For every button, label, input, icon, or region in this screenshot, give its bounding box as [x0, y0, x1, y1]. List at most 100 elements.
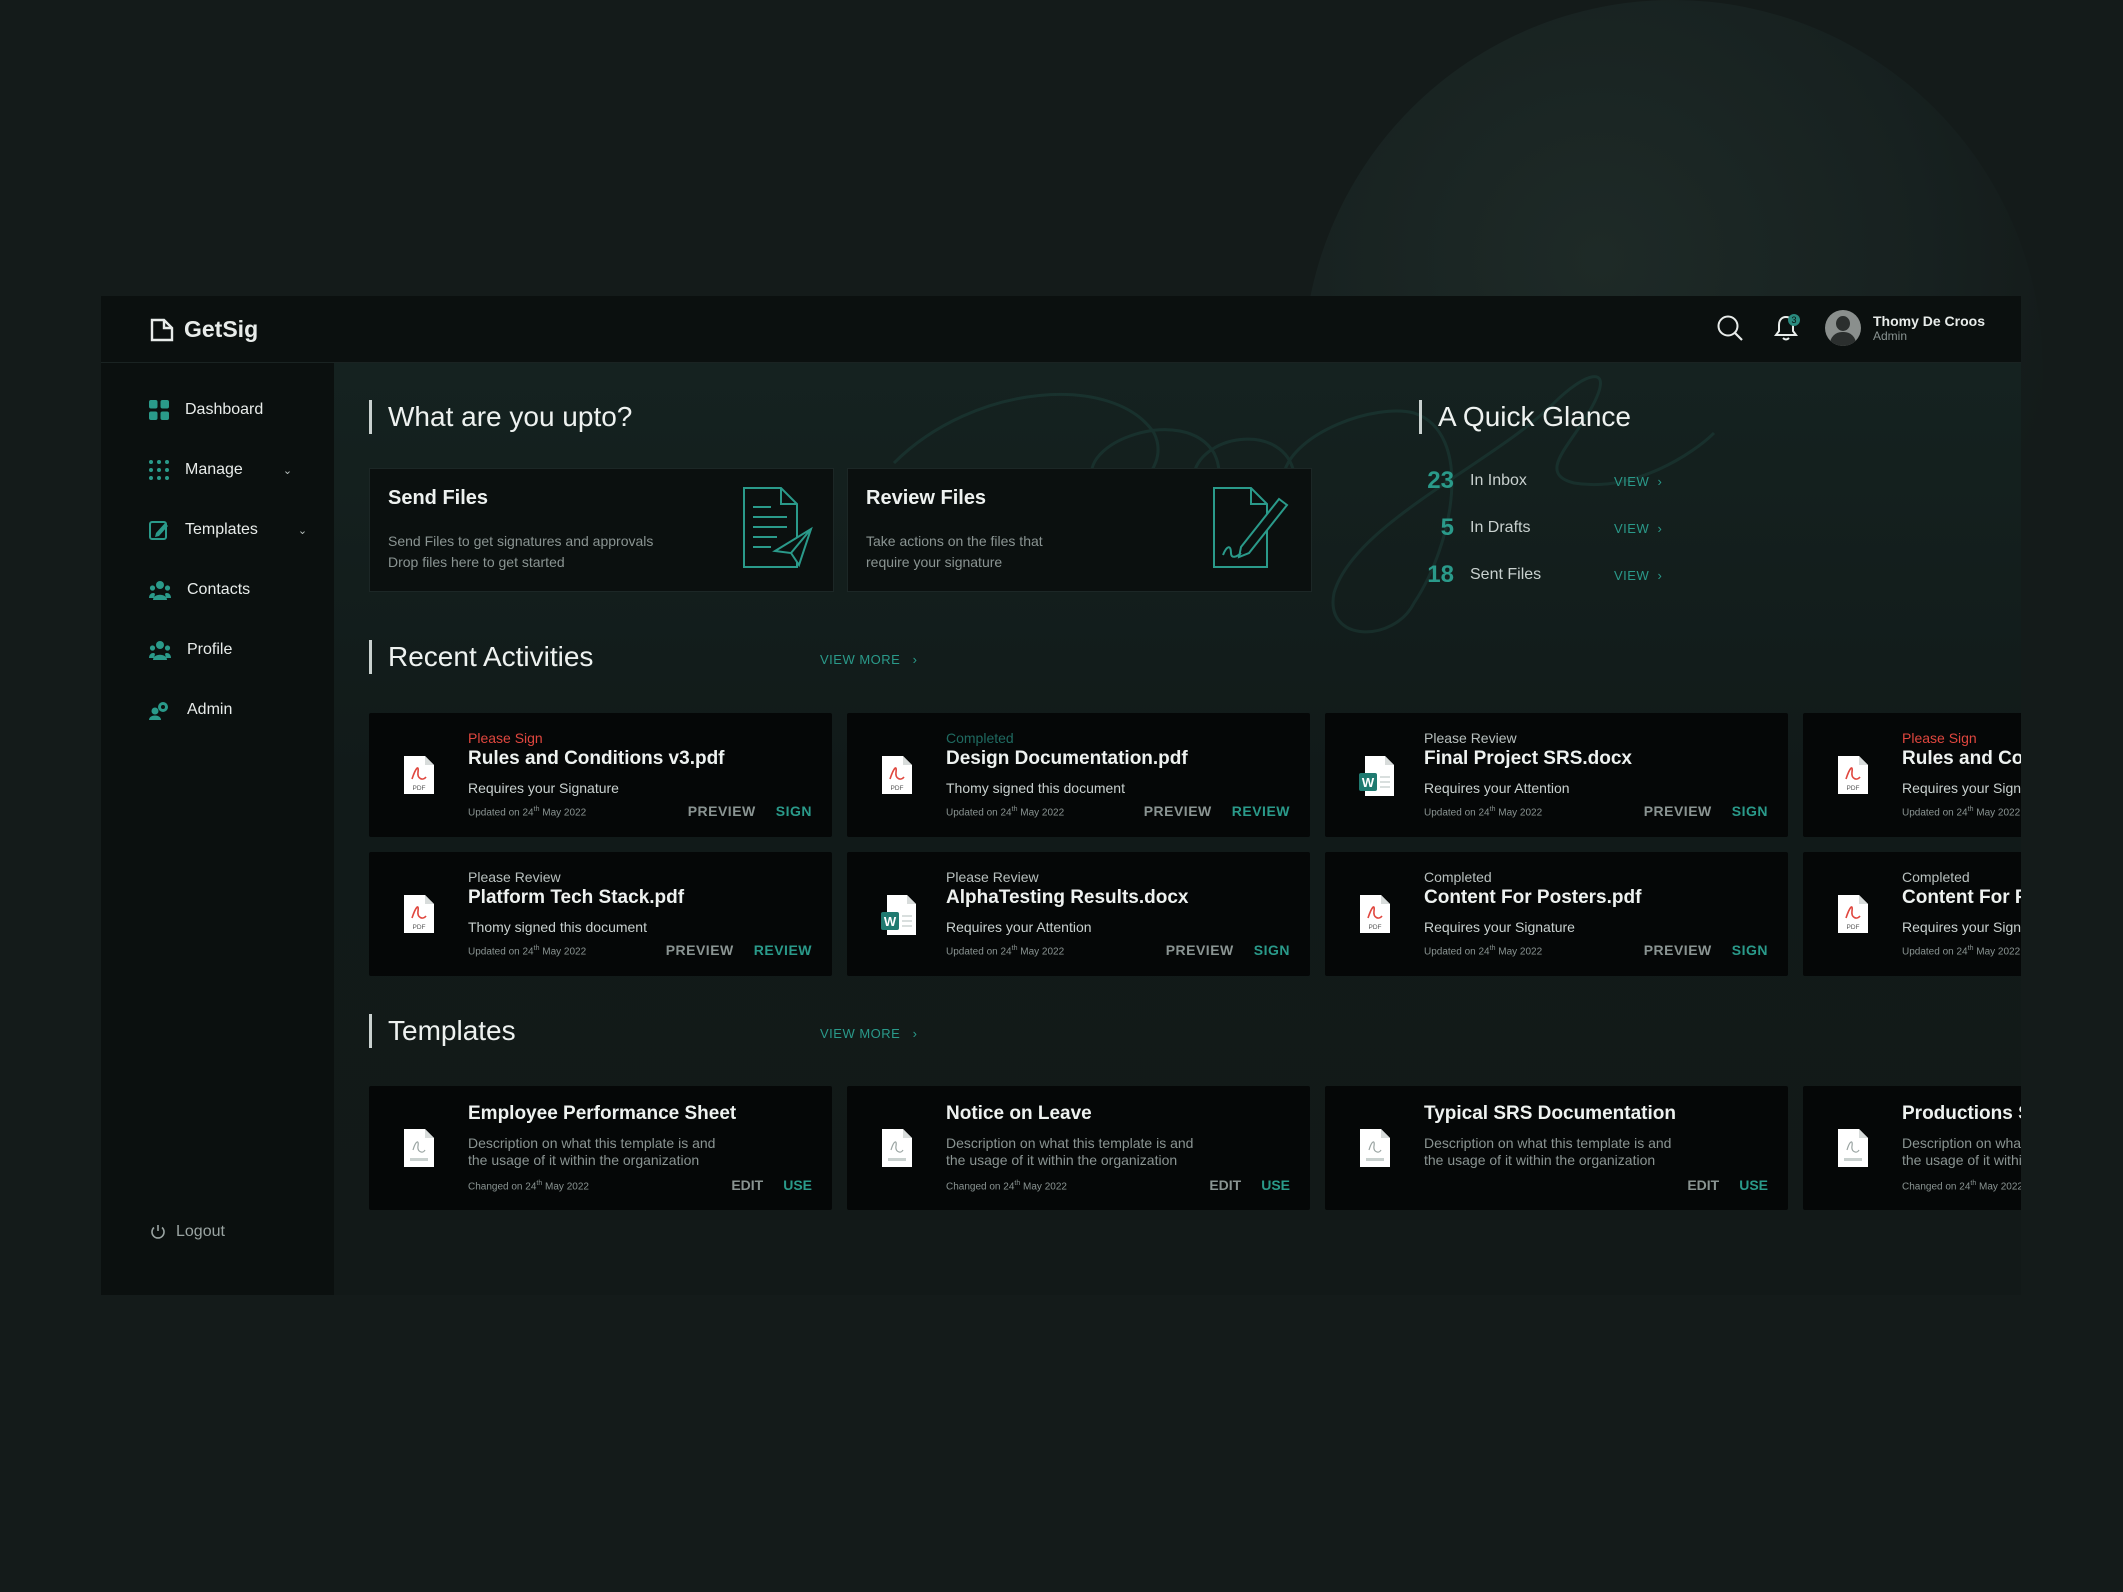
sidebar-item-contacts[interactable]: Contacts: [149, 580, 250, 600]
search-button[interactable]: [1713, 311, 1747, 345]
preview-button[interactable]: PREVIEW: [688, 803, 756, 819]
activity-date: Updated on 24th May 2022: [1424, 806, 1543, 819]
review-files-card[interactable]: Review Files Take actions on the files t…: [847, 468, 1312, 592]
sign-button[interactable]: SIGN: [1732, 942, 1768, 958]
view-drafts-link[interactable]: VIEW ›: [1614, 521, 1662, 536]
activity-card[interactable]: PDF Please Sign Rules and Conditions v3.pd…: [369, 713, 832, 837]
svg-text:PDF: PDF: [413, 924, 426, 931]
edit-button[interactable]: EDIT: [1687, 1177, 1719, 1193]
sidebar-item-dashboard[interactable]: Dashboard: [149, 400, 263, 420]
svg-text:PDF: PDF: [413, 785, 426, 792]
edit-button[interactable]: EDIT: [731, 1177, 763, 1193]
activity-card[interactable]: PDF Please Sign Rules and Conditions v3.pd…: [1803, 713, 2021, 837]
sign-button[interactable]: SIGN: [776, 803, 812, 819]
activity-subtitle: Requires your Attention: [1424, 780, 1570, 796]
activity-status: Please Sign: [1902, 730, 1977, 746]
sidebar-item-profile[interactable]: Profile: [149, 640, 232, 660]
activity-actions: PREVIEW REVIEW: [1144, 803, 1290, 819]
sidebar-item-label: Admin: [187, 701, 233, 718]
notifications-button[interactable]: 3: [1769, 311, 1803, 345]
glance-count: 18: [1427, 561, 1454, 588]
template-date: Changed on 24th May 2022: [468, 1180, 589, 1193]
activity-file-name: Rules and Conditions v3.pdf: [1902, 748, 2021, 769]
svg-text:W: W: [1362, 775, 1375, 790]
main-content: What are you upto? Send Files Send Files…: [334, 363, 2021, 1295]
user-name: Thomy De Croos: [1872, 313, 1985, 329]
template-card[interactable]: Employee Performance Sheet Description on…: [369, 1086, 832, 1210]
power-icon: [151, 1225, 165, 1239]
chevron-right-icon: ›: [900, 1026, 918, 1041]
activity-subtitle: Requires your Signature: [1424, 919, 1575, 935]
send-files-card[interactable]: Send Files Send Files to get signatures …: [369, 468, 834, 592]
app-logo[interactable]: GetSig: [150, 316, 258, 343]
template-actions: EDIT USE: [731, 1177, 812, 1193]
activity-card[interactable]: W Please Review AlphaTesting Results.docx R…: [847, 852, 1310, 976]
activity-subtitle: Requires your Signature: [1902, 919, 2021, 935]
activity-card[interactable]: PDF Completed Content For Posters.pdf Requi…: [1803, 852, 2021, 976]
activity-file-name: Platform Tech Stack.pdf: [468, 887, 685, 908]
activity-date: Updated on 24th May 2022: [468, 945, 587, 958]
sign-button[interactable]: SIGN: [1732, 803, 1768, 819]
chevron-right-icon: ›: [900, 652, 918, 667]
user-menu[interactable]: Thomy De Croos Admin: [1824, 310, 1985, 346]
section-title-glance: A Quick Glance: [1419, 400, 1631, 434]
sidebar-item-manage[interactable]: Manage ⌄: [149, 460, 292, 480]
svg-text:W: W: [884, 914, 897, 929]
templates-view-more-link[interactable]: VIEW MORE ›: [820, 1026, 918, 1041]
template-date: Changed on 24th May 2022: [946, 1180, 1067, 1193]
template-name: Employee Performance Sheet: [468, 1103, 737, 1124]
svg-text:PDF: PDF: [1847, 924, 1860, 931]
sign-button[interactable]: SIGN: [1254, 942, 1290, 958]
view-sent-link[interactable]: VIEW ›: [1614, 568, 1662, 583]
activity-actions: PREVIEW SIGN: [1166, 942, 1290, 958]
activity-date: Updated on 24th May 2022: [1902, 945, 2021, 958]
view-inbox-link[interactable]: VIEW ›: [1614, 474, 1662, 489]
sidebar-item-label: Templates: [185, 521, 258, 538]
app-window: GetSig 3 Thomy De Croos Admin Dashboard: [101, 296, 2021, 1295]
section-title-templates: Templates: [369, 1014, 516, 1048]
activity-subtitle: Requires your Attention: [946, 919, 1092, 935]
people-icon: [149, 581, 171, 600]
chevron-down-icon[interactable]: ⌄: [283, 464, 292, 477]
use-button[interactable]: USE: [1261, 1177, 1290, 1193]
glance-row-sent: 18 Sent Files VIEW ›: [1404, 561, 1662, 589]
use-button[interactable]: USE: [783, 1177, 812, 1193]
template-name: Typical SRS Documentation: [1424, 1103, 1676, 1124]
pdf-document-icon: PDF: [1837, 755, 1869, 800]
review-button[interactable]: REVIEW: [754, 942, 812, 958]
glance-label: In Inbox: [1470, 472, 1527, 489]
activity-card[interactable]: PDF Completed Design Documentation.pdf Thom…: [847, 713, 1310, 837]
preview-button[interactable]: PREVIEW: [666, 942, 734, 958]
activity-card[interactable]: PDF Completed Content For Posters.pdf Requi…: [1325, 852, 1788, 976]
dots-grid-icon: [149, 460, 169, 480]
preview-button[interactable]: PREVIEW: [1166, 942, 1234, 958]
sidebar-item-templates[interactable]: Templates ⌄: [149, 520, 307, 540]
edit-button[interactable]: EDIT: [1209, 1177, 1241, 1193]
template-card[interactable]: Typical SRS Documentation Description on …: [1325, 1086, 1788, 1210]
template-description: Description on what this template is and…: [468, 1135, 716, 1168]
use-button[interactable]: USE: [1739, 1177, 1768, 1193]
template-card[interactable]: Notice on Leave Description on what this …: [847, 1086, 1310, 1210]
preview-button[interactable]: PREVIEW: [1644, 803, 1712, 819]
preview-button[interactable]: PREVIEW: [1644, 942, 1712, 958]
card-title: Review Files: [866, 487, 987, 509]
activity-card[interactable]: W Please Review Final Project SRS.docx Requ…: [1325, 713, 1788, 837]
sidebar-item-label: Profile: [187, 641, 233, 658]
sidebar-item-admin[interactable]: Admin: [149, 700, 232, 720]
logout-button[interactable]: Logout: [150, 1223, 225, 1241]
activity-file-name: Final Project SRS.docx: [1424, 748, 1632, 769]
template-card[interactable]: Productions Sheet Description on what thi…: [1803, 1086, 2021, 1210]
chevron-right-icon: ›: [1649, 473, 1663, 489]
logo-icon: [150, 318, 174, 341]
template-document-icon: [881, 1128, 913, 1173]
activity-actions: PREVIEW SIGN: [688, 803, 812, 819]
activity-subtitle: Thomy signed this document: [946, 780, 1125, 796]
activity-status: Please Sign: [468, 730, 543, 746]
chevron-down-icon[interactable]: ⌄: [298, 524, 307, 537]
activity-card[interactable]: PDF Please Review Platform Tech Stack.pdf T…: [369, 852, 832, 976]
glance-count: 5: [1440, 514, 1454, 541]
preview-button[interactable]: PREVIEW: [1144, 803, 1212, 819]
review-button[interactable]: REVIEW: [1232, 803, 1290, 819]
activity-file-name: Content For Posters.pdf: [1424, 887, 1642, 908]
recent-view-more-link[interactable]: VIEW MORE ›: [820, 652, 918, 667]
